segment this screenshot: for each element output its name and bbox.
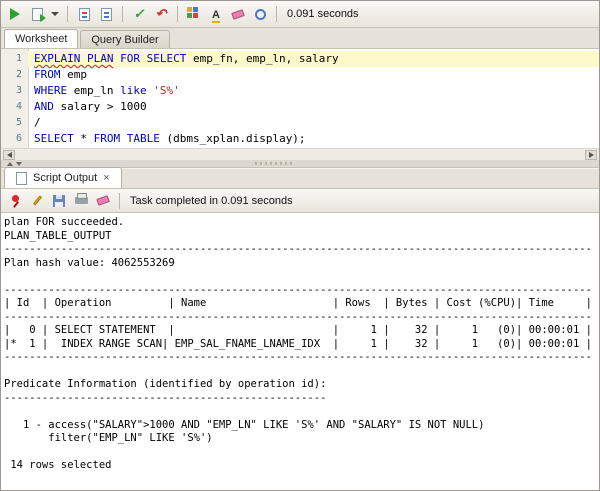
editor-hscrollbar[interactable] <box>1 148 599 160</box>
scroll-right-button[interactable] <box>585 149 597 160</box>
output-line: Plan hash value: 4062553269 <box>4 256 175 269</box>
worksheet-tabstrip: Worksheet Query Builder <box>1 28 599 49</box>
splitter-grip[interactable] <box>255 162 295 165</box>
clear-icon[interactable] <box>228 4 248 24</box>
tab-worksheet-label: Worksheet <box>15 33 68 45</box>
output-line: 14 rows selected <box>4 459 118 471</box>
output-line: ----------------------------------------… <box>4 351 592 363</box>
splitter-collapse-down-icon[interactable] <box>16 161 22 166</box>
code-text[interactable]: SELECT * FROM TABLE (dbms_xplan.display)… <box>28 131 599 147</box>
line-number: 3 <box>15 85 22 96</box>
output-line: 1 - access("SALARY">1000 AND "EMP_LN" LI… <box>4 418 485 431</box>
sql-editor[interactable]: 1 EXPLAIN PLAN FOR SELECT emp_fn, emp_ln,… <box>1 49 599 148</box>
output-line: | 0 | SELECT STATEMENT | | 1 | 32 | 1 (0… <box>4 324 592 336</box>
code-line[interactable]: 1 EXPLAIN PLAN FOR SELECT emp_fn, emp_ln,… <box>1 51 599 67</box>
code-text[interactable]: WHERE emp_ln like 'S%' <box>28 83 599 99</box>
scroll-left-icon <box>6 151 12 158</box>
toolbar-separator <box>177 6 178 22</box>
tab-query-builder-label: Query Builder <box>91 34 159 46</box>
scroll-left-button[interactable] <box>3 149 15 160</box>
tab-worksheet[interactable]: Worksheet <box>4 29 79 48</box>
output-line: Predicate Information (identified by ope… <box>4 378 327 390</box>
output-line: filter("EMP_LN" LIKE 'S%') <box>4 432 213 444</box>
close-tab-icon[interactable]: × <box>102 173 110 184</box>
toolbar-separator <box>119 192 120 209</box>
code-line[interactable]: 5/ <box>1 115 599 131</box>
edit-icon[interactable] <box>27 191 47 211</box>
explain-plan-icon[interactable] <box>96 4 116 24</box>
script-output-pane[interactable]: plan FOR succeeded. PLAN_TABLE_OUTPUT ----… <box>1 213 599 490</box>
output-line: PLAN_TABLE_OUTPUT <box>4 229 112 242</box>
line-number: 2 <box>15 69 22 80</box>
output-line: ----------------------------------------… <box>4 243 592 255</box>
output-line: | Id | Operation | Name | Rows | Bytes |… <box>4 297 592 309</box>
output-line: ----------------------------------------… <box>4 391 327 404</box>
output-line: |* 1 | INDEX RANGE SCAN| EMP_SAL_FNAME_L… <box>4 337 592 350</box>
splitter-collapse-up-icon[interactable] <box>7 161 13 166</box>
script-output-toolbar: Task completed in 0.091 seconds <box>1 189 599 213</box>
script-output-text: plan FOR succeeded. PLAN_TABLE_OUTPUT ----… <box>4 216 596 473</box>
line-number: 5 <box>15 117 22 128</box>
run-script-icon[interactable] <box>27 4 47 24</box>
line-number: 6 <box>15 133 22 144</box>
scroll-right-icon <box>588 151 594 158</box>
code-text[interactable]: AND salary > 1000 <box>28 99 599 115</box>
sql-developer-window: 0.091 seconds Worksheet Query Builder 1E… <box>0 0 600 491</box>
script-output-toolbar-icons <box>5 191 124 211</box>
task-status-label: Task completed in 0.091 seconds <box>130 194 293 207</box>
editor-lines: 1 EXPLAIN PLAN FOR SELECT emp_fn, emp_ln,… <box>1 51 599 147</box>
run-script-menu-icon[interactable] <box>49 4 61 24</box>
code-text[interactable]: / <box>28 115 599 131</box>
sql-history-icon[interactable] <box>250 4 270 24</box>
commit-icon[interactable] <box>129 4 149 24</box>
code-text[interactable]: EXPLAIN PLAN FOR SELECT emp_fn, emp_ln, … <box>28 51 599 67</box>
code-line[interactable]: 3 WHERE emp_ln like 'S%' <box>1 83 599 99</box>
output-tabstrip: Script Output × <box>1 167 599 189</box>
script-output-tab-icon <box>15 171 28 185</box>
toolbar-separator <box>276 6 277 22</box>
tab-script-output-label: Script Output <box>33 172 98 184</box>
clear-output-icon[interactable] <box>93 191 113 211</box>
code-line[interactable]: 4 AND salary > 1000 <box>1 99 599 115</box>
sql-tuning-advisor-icon[interactable] <box>184 4 204 24</box>
code-line[interactable]: 6 SELECT * FROM TABLE (dbms_xplan.display… <box>1 131 599 147</box>
autotrace-icon[interactable] <box>74 4 94 24</box>
output-line: ----------------------------------------… <box>4 283 592 296</box>
toolbar-separator <box>122 6 123 22</box>
output-line: plan FOR succeeded. <box>4 216 125 228</box>
toolbar-separator <box>67 6 68 22</box>
tab-script-output[interactable]: Script Output × <box>4 167 122 188</box>
code-line[interactable]: 2 FROM emp <box>1 67 599 83</box>
save-icon[interactable] <box>49 191 69 211</box>
rollback-icon[interactable] <box>151 4 171 24</box>
line-number: 1 <box>15 53 22 64</box>
worksheet-toolbar: 0.091 seconds <box>1 1 599 28</box>
worksheet-toolbar-icons <box>5 4 281 24</box>
run-statement-icon[interactable] <box>5 4 25 24</box>
line-number: 4 <box>15 101 22 112</box>
output-line: ----------------------------------------… <box>4 310 592 323</box>
print-icon[interactable] <box>71 191 91 211</box>
format-icon[interactable] <box>206 4 226 24</box>
code-text[interactable]: FROM emp <box>28 67 599 83</box>
execution-time-label: 0.091 seconds <box>287 8 359 20</box>
tab-query-builder[interactable]: Query Builder <box>80 30 170 48</box>
pin-icon[interactable] <box>5 191 25 211</box>
